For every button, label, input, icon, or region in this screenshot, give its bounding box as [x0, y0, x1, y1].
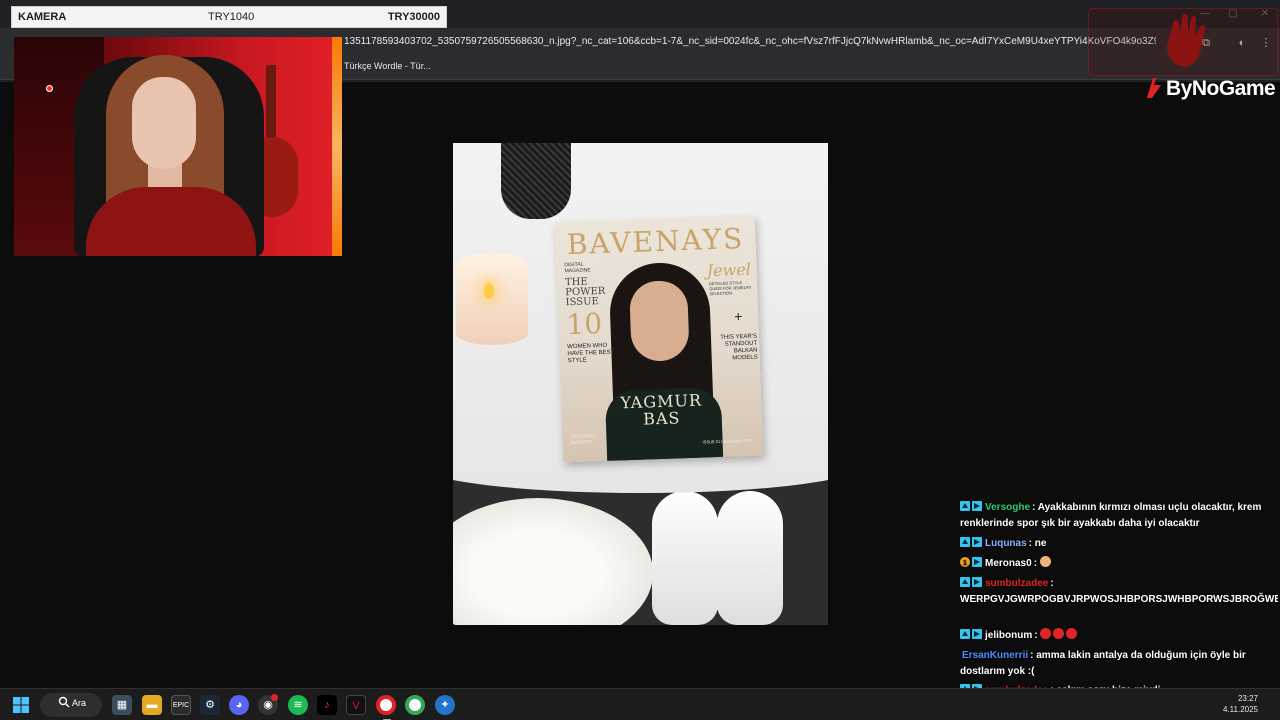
- donation-goal-value: TRY30000: [387, 11, 440, 23]
- taskbar-search-label: Ara: [72, 698, 87, 708]
- magazine-photo: BAVENAYS DIGITAL MAGAZINE THE POWER ISSU…: [453, 143, 828, 625]
- epic-games-icon[interactable]: EPIC: [171, 695, 191, 715]
- chat-message: Versoghe: Ayakkabının kırmızı olması uçl…: [960, 500, 1278, 532]
- chat-panel: Versoghe: Ayakkabının kırmızı olması uçl…: [960, 500, 1278, 700]
- pen-cup-image: [501, 143, 571, 219]
- tiktok-icon[interactable]: ♪: [317, 695, 337, 715]
- magazine-guide: DETAILED STYLE GUIDE FOR JEWELRY SELECTI…: [709, 280, 752, 297]
- chat-text: : ne: [1028, 538, 1047, 549]
- chrome-icon[interactable]: [376, 695, 396, 715]
- prime-badge-icon: [960, 501, 984, 511]
- notification-dot-icon: [271, 694, 278, 701]
- magazine-jewel: Jewel: [706, 259, 752, 281]
- logo-text: ByNoGame: [1166, 77, 1276, 100]
- chat-message: 1 Meronas0:: [960, 556, 1278, 572]
- stream-screen: 1351178593403702_5350759726505568630_n.j…: [0, 0, 1280, 720]
- red-hand-icon: [1167, 14, 1206, 67]
- heart-emote-icon: [1066, 628, 1078, 639]
- taskbar-search-box[interactable]: [40, 693, 102, 717]
- chat-message: Luqunas: ne: [960, 536, 1278, 552]
- chat-message: jelibonum:: [960, 628, 1278, 644]
- steam-icon[interactable]: ⚙: [200, 695, 220, 715]
- taskbar-time: 23:27: [1237, 694, 1258, 703]
- magazine-cover-name: YAGMUR BAS: [561, 389, 762, 430]
- webcam-feed: [14, 37, 342, 256]
- bynogame-logo-icon: [1147, 78, 1161, 98]
- recording-dot-icon: [46, 85, 53, 92]
- heart-emote-icon: [1053, 628, 1065, 639]
- chat-text: :: [1033, 558, 1040, 569]
- prime-badge-icon: [960, 577, 984, 587]
- magazine-title: BAVENAYS: [566, 221, 745, 262]
- donation-bar: KAMERA TRY1040 TRY30000: [11, 6, 447, 28]
- camera-label: KAMERA: [18, 11, 67, 23]
- chat-username[interactable]: Luqunas: [985, 538, 1027, 549]
- flame-icon: [484, 283, 494, 299]
- chrome-profile-icon[interactable]: [405, 695, 425, 715]
- magazine-editorial: EDITORIAL SHOOTS: [570, 433, 597, 447]
- chat-username[interactable]: Meronas0: [985, 558, 1032, 569]
- streamer-face: [132, 77, 196, 169]
- discord-icon[interactable]: ◕: [229, 695, 249, 715]
- magazine-standout: THIS YEAR'S STANDOUT BALKAN MODELS: [720, 333, 758, 362]
- chat-username[interactable]: ErsanKunerrii: [962, 650, 1028, 661]
- chat-message: sumbulzadee: WERPGVJGWRPOGBVJRPWOSJHBPOR…: [960, 576, 1278, 608]
- slipper-left-image: [652, 491, 718, 625]
- chat-username[interactable]: sumbulzadee: [985, 578, 1048, 589]
- taskbar-date: 4.11.2025: [1223, 705, 1258, 714]
- heart-emote-icon: [1040, 628, 1052, 639]
- spotify-icon[interactable]: ≋: [288, 695, 308, 715]
- search-icon: [58, 696, 70, 708]
- prime-badge-icon: [960, 537, 984, 547]
- slipper-right-image: [717, 491, 783, 625]
- magazine-sub: DIGITAL MAGAZINE: [564, 261, 591, 275]
- bits-badge-icon: 1: [960, 557, 984, 567]
- taskbar-clock[interactable]: 23:27 4.11.2025: [1218, 693, 1258, 715]
- magazine-issue: ISSUE 01 | November 2025: [702, 437, 752, 445]
- chat-username[interactable]: jelibonum: [985, 630, 1032, 641]
- taskbar: Ara ▦ ▬ EPIC ⚙ ◕ ◉ ≋ ♪ V ✦ 23:27 4.11.20…: [0, 688, 1280, 720]
- cover-model-face: [628, 279, 690, 362]
- svg-text:1: 1: [963, 560, 967, 567]
- address-url[interactable]: 1351178593403702_5350759726505568630_n.j…: [344, 36, 1156, 50]
- magazine-power-issue: THE POWER ISSUE: [564, 276, 606, 309]
- alert-overlay: [1088, 8, 1278, 76]
- chat-username[interactable]: Versoghe: [985, 502, 1030, 513]
- calculator-icon[interactable]: ▦: [112, 695, 132, 715]
- candle-image: [456, 253, 528, 345]
- prime-badge-icon: [960, 629, 984, 639]
- magazine-women: WOMEN WHO HAVE THE BEST STYLE: [567, 342, 615, 365]
- bookmark-turkce-wordle[interactable]: Türkçe Wordle - Tür...: [344, 61, 431, 71]
- chat-message: ErsanKunerrii: amma lakin antalya da old…: [960, 648, 1278, 680]
- file-explorer-icon[interactable]: ▬: [142, 695, 162, 715]
- donation-mid-value: TRY1040: [208, 11, 255, 23]
- valorant-icon[interactable]: V: [346, 695, 366, 715]
- magazine-ten: 10: [565, 306, 603, 342]
- face-emote-icon: [1039, 556, 1051, 567]
- network-app-icon[interactable]: ✦: [435, 695, 455, 715]
- plus-icon: +: [733, 308, 743, 325]
- magazine-cover: BAVENAYS DIGITAL MAGAZINE THE POWER ISSU…: [554, 215, 764, 463]
- windows-start-icon[interactable]: [11, 695, 31, 715]
